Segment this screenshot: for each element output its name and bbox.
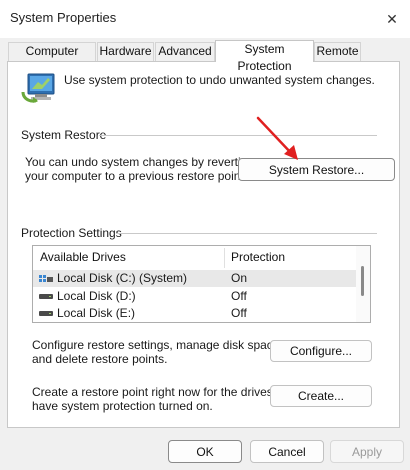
drive-row-e[interactable]: Local Disk (E:) Off [33,305,356,322]
drive-row-c[interactable]: Local Disk (C:) (System) On [33,270,356,287]
ok-button-label: OK [196,444,214,459]
cancel-button-label: Cancel [268,444,306,459]
cancel-button[interactable]: Cancel [250,440,324,463]
ok-button[interactable]: OK [168,440,242,463]
annotation-arrow-icon [256,116,298,160]
close-icon: ✕ [386,10,398,27]
tab-hardware[interactable]: Hardware [97,42,154,61]
drives-list[interactable]: Available Drives Protection Local Disk (… [32,245,371,323]
disk-drive-icon [39,294,53,299]
configure-description-line1: Configure restore settings, manage disk … [32,338,283,352]
system-restore-description-line1: You can undo system changes by reverting [25,155,255,169]
apply-button[interactable]: Apply [330,440,404,463]
create-description-line2: have system protection turned on. [32,399,213,413]
configure-button[interactable]: Configure... [270,340,372,362]
create-button-label: Create... [297,389,345,403]
tab-advanced[interactable]: Advanced [155,42,215,61]
drive-name: Local Disk (D:) [57,289,136,303]
tab-computer-name[interactable]: Computer Name [8,42,96,75]
drives-list-scrollbar[interactable] [356,246,370,322]
drive-protection: Off [231,306,247,320]
configure-description-line2: and delete restore points. [32,352,168,366]
disk-drive-icon [39,311,53,316]
system-drive-icon [39,275,53,282]
tab-remote[interactable]: Remote [314,42,361,61]
protection-settings-group-label: Protection Settings [21,226,122,240]
close-button[interactable]: ✕ [378,6,406,32]
system-protection-icon [20,70,56,106]
system-restore-description-line2: your computer to a previous restore poin… [25,169,248,183]
column-header-protection[interactable]: Protection [224,246,285,268]
create-button[interactable]: Create... [270,385,372,407]
drive-name: Local Disk (E:) [57,306,136,320]
drive-name: Local Disk (C:) (System) [57,271,188,285]
scrollbar-thumb[interactable] [361,266,364,296]
drive-protection: On [231,271,248,285]
drive-protection: Off [231,289,247,303]
system-restore-divider [99,135,377,136]
apply-button-label: Apply [351,444,383,459]
configure-button-label: Configure... [289,344,353,358]
protection-settings-divider [116,233,377,234]
intro-text: Use system protection to undo unwanted s… [64,73,375,87]
create-description-line1: Create a restore point right now for the… [32,385,297,399]
window-title: System Properties [10,10,117,25]
tab-system-protection[interactable]: System Protection [215,40,314,73]
drive-row-d[interactable]: Local Disk (D:) Off [33,288,356,305]
column-header-available-drives[interactable]: Available Drives [33,246,126,268]
system-restore-group-label: System Restore [21,128,107,142]
